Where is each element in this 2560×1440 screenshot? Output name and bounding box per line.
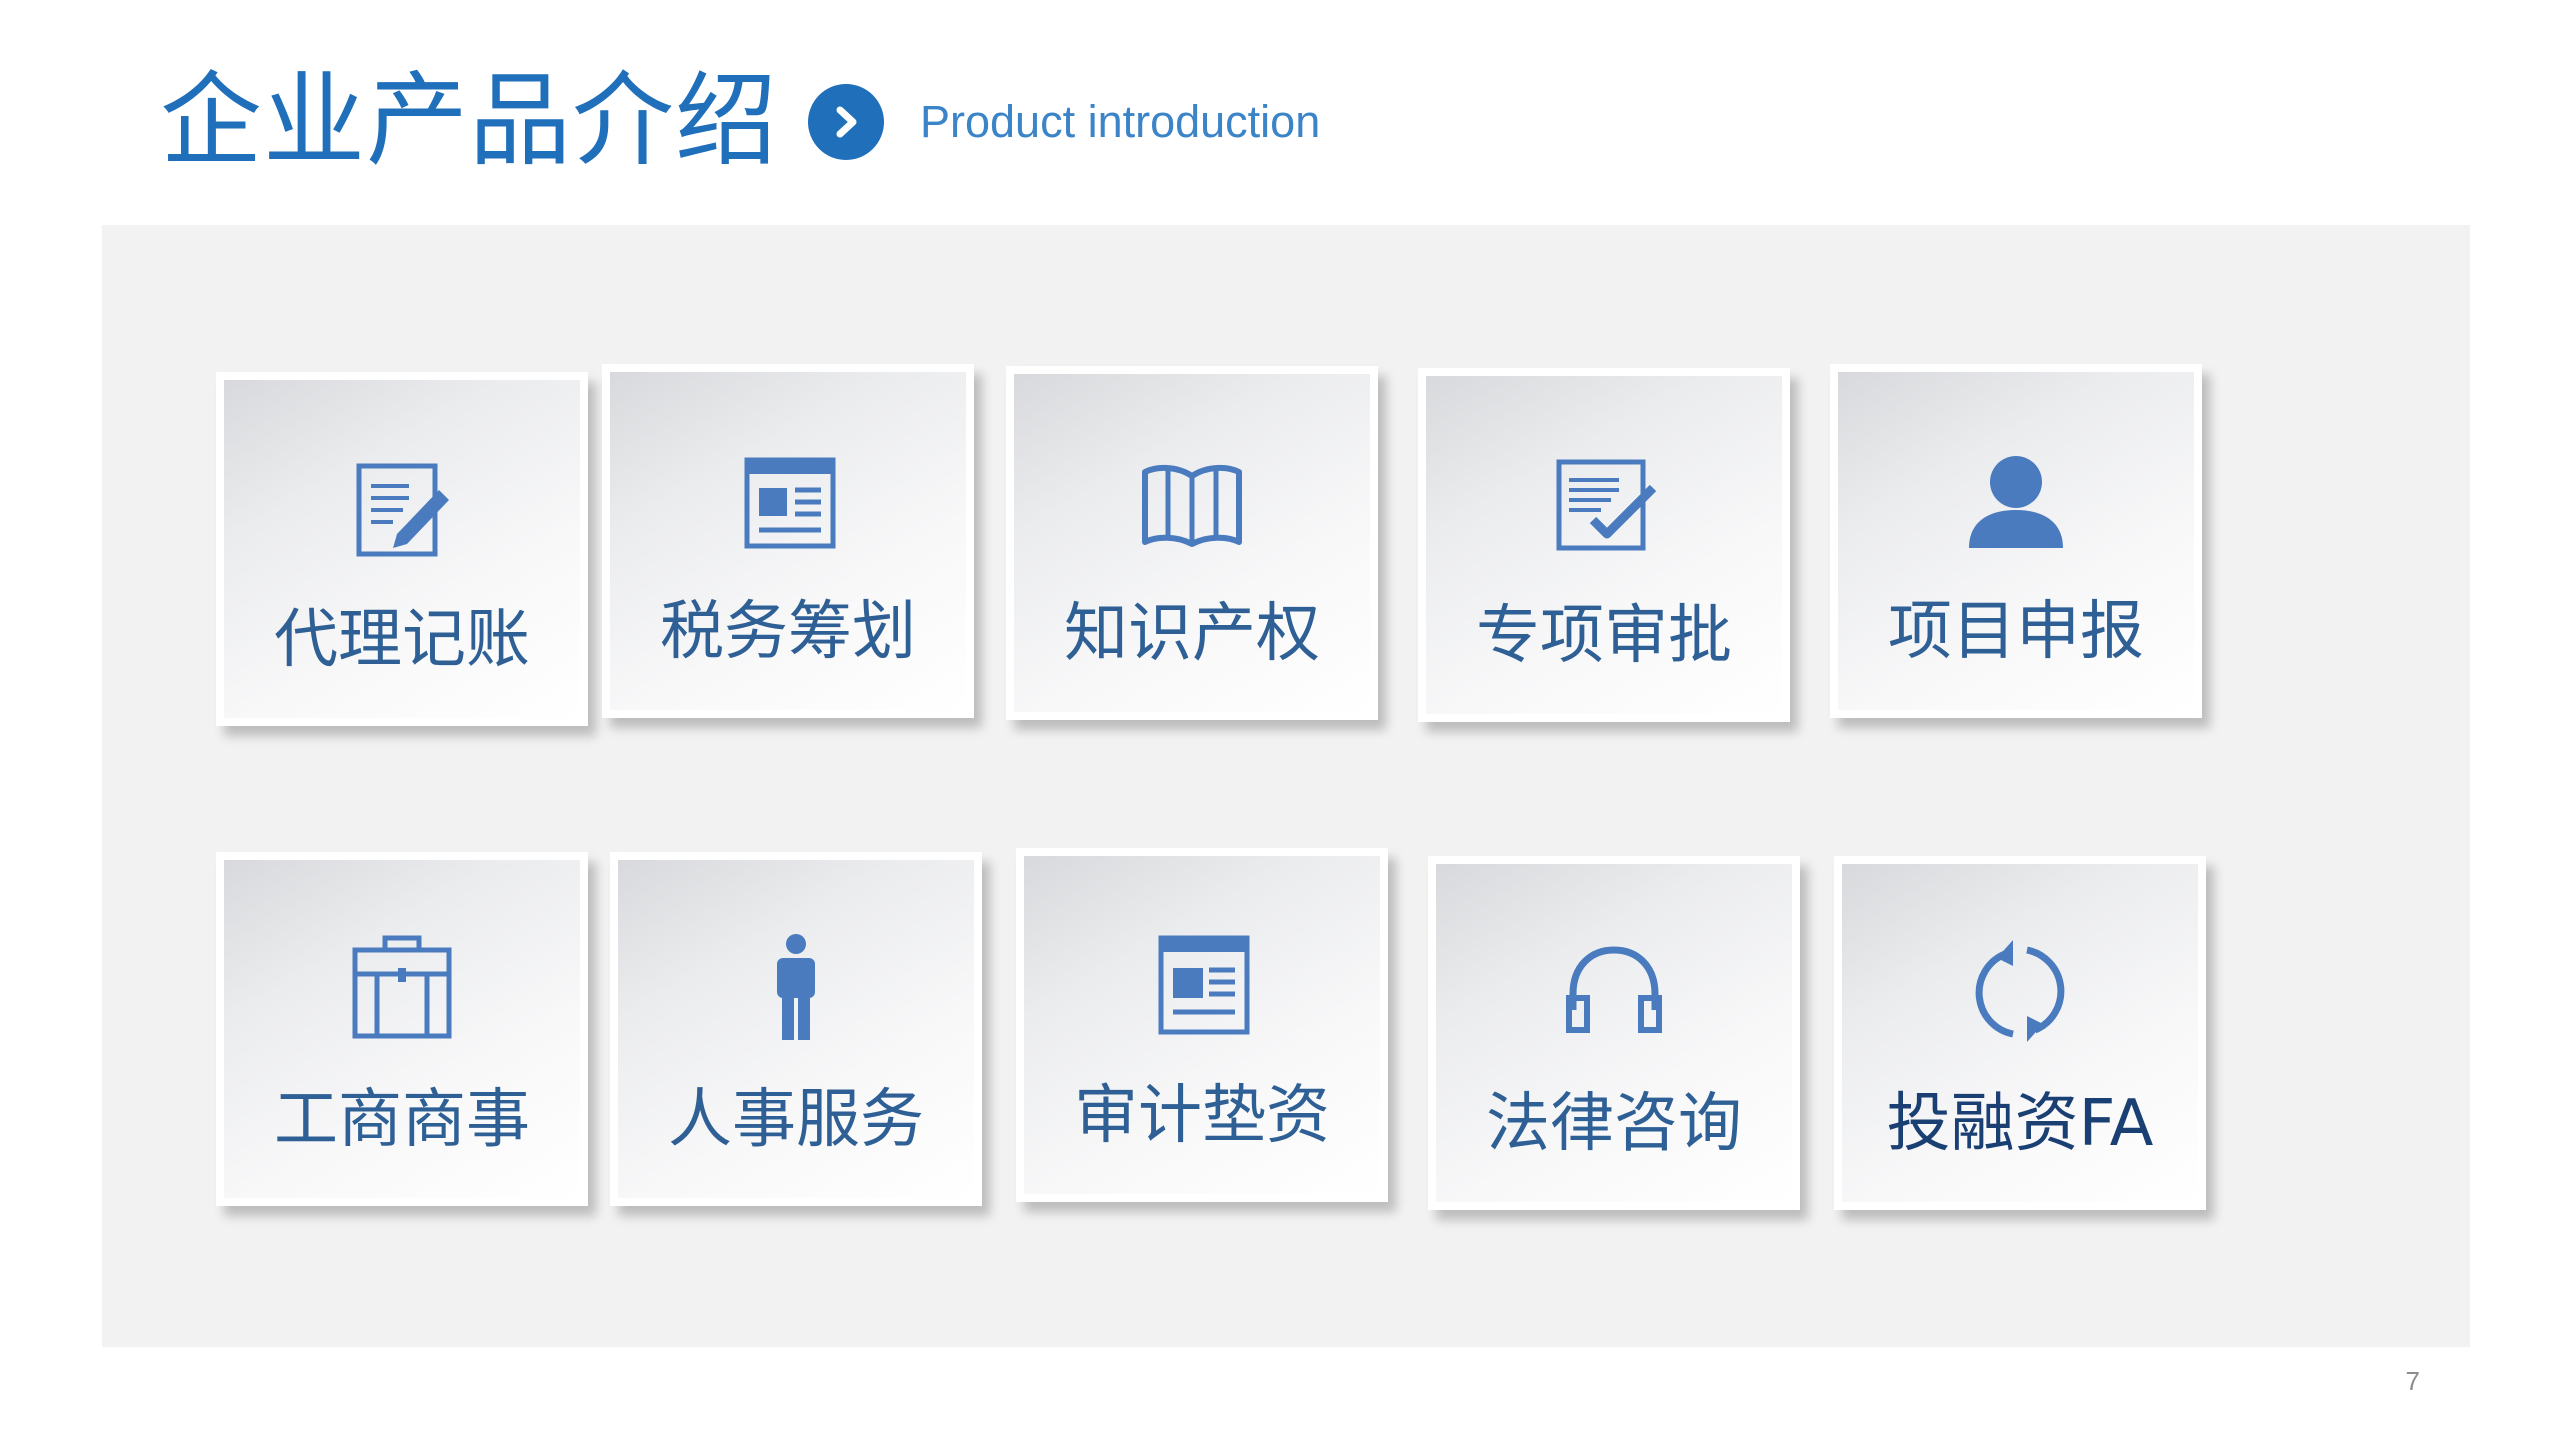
person-icon — [741, 932, 851, 1042]
tile-label: 人事服务 — [668, 1083, 924, 1157]
open-book-icon — [1137, 446, 1247, 556]
tile-label: 税务筹划 — [660, 595, 916, 669]
tile-audit-financing[interactable]: 审计垫资 — [1016, 848, 1388, 1202]
tile-label: 代理记账 — [274, 603, 530, 677]
page-title: 企业产品介绍 — [160, 62, 778, 181]
headphones-icon — [1559, 936, 1669, 1046]
tile-hr-services[interactable]: 人事服务 — [610, 852, 982, 1206]
edit-document-icon — [347, 452, 457, 562]
tile-special-approval[interactable]: 专项审批 — [1418, 368, 1790, 722]
tile-label: 投融资FA — [1886, 1087, 2154, 1161]
tile-label: 法律咨询 — [1486, 1087, 1742, 1161]
briefcase-icon — [347, 932, 457, 1042]
tile-project-application[interactable]: 项目申报 — [1830, 364, 2202, 718]
tile-label: 知识产权 — [1064, 597, 1320, 671]
tile-legal-consulting[interactable]: 法律咨询 — [1428, 856, 1800, 1210]
refresh-icon — [1965, 936, 2075, 1046]
header: 企业产品介绍 Product introduction — [160, 62, 1320, 182]
tile-label: 项目申报 — [1888, 595, 2144, 669]
tile-label: 工商商事 — [274, 1083, 530, 1157]
tile-bookkeeping[interactable]: 代理记账 — [216, 372, 588, 726]
tile-investment-financing-fa[interactable]: 投融资FA — [1834, 856, 2206, 1210]
tile-intellectual-property[interactable]: 知识产权 — [1006, 366, 1378, 720]
newspaper-icon — [1147, 928, 1257, 1038]
tile-tax-planning[interactable]: 税务筹划 — [602, 364, 974, 718]
tile-business-registration[interactable]: 工商商事 — [216, 852, 588, 1206]
checked-document-icon — [1549, 448, 1659, 558]
newspaper-icon — [733, 444, 843, 554]
tile-label: 专项审批 — [1476, 599, 1732, 673]
page-subtitle: Product introduction — [920, 96, 1321, 147]
chevron-right-icon — [808, 84, 884, 160]
page-number: 7 — [2405, 1366, 2420, 1396]
user-icon — [1961, 444, 2071, 554]
slide: 企业产品介绍 Product introduction 代理记账 税务筹划 知识… — [0, 0, 2560, 1440]
tile-label: 审计垫资 — [1074, 1079, 1330, 1153]
